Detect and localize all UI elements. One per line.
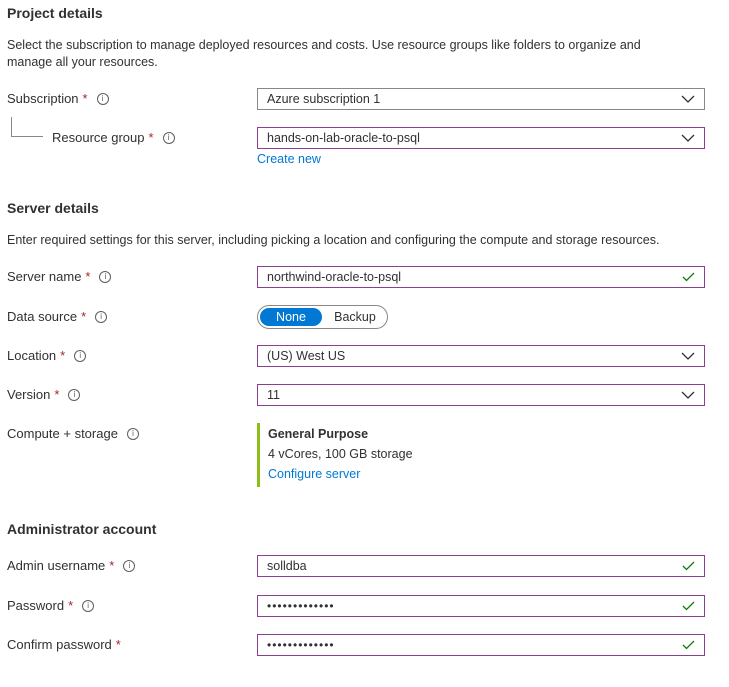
resource-group-value: hands-on-lab-oracle-to-psql	[267, 131, 420, 145]
configure-server-link[interactable]: Configure server	[268, 467, 360, 481]
info-icon[interactable]: i	[96, 92, 109, 105]
location-label-text: Location	[7, 348, 57, 363]
required-asterisk: *	[85, 269, 91, 284]
password-value: •••••••••••••	[267, 599, 335, 613]
admin-username-label-text: Admin username	[7, 558, 106, 573]
data-source-label-text: Data source	[7, 309, 78, 324]
checkmark-icon	[682, 596, 695, 616]
chevron-down-icon[interactable]	[681, 89, 695, 109]
compute-storage-label-text: Compute + storage	[7, 426, 118, 441]
data-source-option-none[interactable]: None	[260, 308, 322, 326]
password-label-text: Password	[7, 598, 65, 613]
checkmark-icon	[682, 556, 695, 576]
confirm-password-value: •••••••••••••	[267, 638, 335, 652]
chevron-down-icon[interactable]	[681, 385, 695, 405]
location-label: Location * i	[7, 348, 87, 363]
resource-group-label-text: Resource group	[52, 130, 145, 145]
info-icon[interactable]: i	[123, 559, 136, 572]
version-label-text: Version	[7, 387, 51, 402]
info-icon[interactable]: i	[68, 388, 81, 401]
subscription-dropdown[interactable]: Azure subscription 1	[257, 88, 705, 110]
project-details-heading: Project details	[7, 5, 103, 21]
subscription-value: Azure subscription 1	[267, 92, 381, 106]
admin-account-heading: Administrator account	[7, 521, 157, 537]
subscription-label: Subscription * i	[7, 91, 109, 106]
chevron-down-icon[interactable]	[681, 346, 695, 366]
server-details-description: Enter required settings for this server,…	[7, 233, 660, 247]
data-source-option-backup[interactable]: Backup	[324, 308, 386, 326]
confirm-password-input[interactable]: •••••••••••••	[257, 634, 705, 656]
version-label: Version * i	[7, 387, 81, 402]
confirm-password-label: Confirm password *	[7, 637, 121, 652]
checkmark-icon	[682, 267, 695, 287]
required-asterisk: *	[82, 91, 88, 106]
location-dropdown[interactable]: (US) West US	[257, 345, 705, 367]
required-asterisk: *	[81, 309, 87, 324]
password-label: Password * i	[7, 598, 95, 613]
info-icon[interactable]: i	[99, 270, 112, 283]
required-asterisk: *	[60, 348, 66, 363]
server-name-input[interactable]: northwind-oracle-to-psql	[257, 266, 705, 288]
compute-tier-summary: General Purpose 4 vCores, 100 GB storage…	[257, 423, 477, 487]
resource-group-dropdown[interactable]: hands-on-lab-oracle-to-psql	[257, 127, 705, 149]
version-value: 11	[267, 388, 280, 402]
required-asterisk: *	[115, 637, 121, 652]
tree-connector	[11, 117, 43, 137]
admin-username-input[interactable]: solldba	[257, 555, 705, 577]
confirm-password-label-text: Confirm password	[7, 637, 112, 652]
server-details-heading: Server details	[7, 200, 99, 216]
info-icon[interactable]: i	[126, 427, 139, 440]
location-value: (US) West US	[267, 349, 346, 363]
password-input[interactable]: •••••••••••••	[257, 595, 705, 617]
server-name-label: Server name * i	[7, 269, 112, 284]
info-icon[interactable]: i	[162, 131, 175, 144]
chevron-down-icon[interactable]	[681, 128, 695, 148]
data-source-label: Data source * i	[7, 309, 108, 324]
data-source-toggle[interactable]: None Backup	[257, 305, 388, 329]
required-asterisk: *	[54, 387, 60, 402]
server-name-value: northwind-oracle-to-psql	[267, 270, 402, 284]
compute-storage-label: Compute + storage i	[7, 426, 139, 441]
required-asterisk: *	[109, 558, 115, 573]
project-details-description: Select the subscription to manage deploy…	[7, 38, 641, 69]
server-name-label-text: Server name	[7, 269, 82, 284]
info-icon[interactable]: i	[74, 349, 87, 362]
checkmark-icon	[682, 635, 695, 655]
create-new-link[interactable]: Create new	[257, 152, 321, 166]
admin-username-label: Admin username * i	[7, 558, 136, 573]
info-icon[interactable]: i	[82, 599, 95, 612]
compute-tier-spec: 4 vCores, 100 GB storage	[268, 447, 413, 461]
resource-group-label: Resource group * i	[52, 130, 175, 145]
compute-tier-name: General Purpose	[268, 427, 369, 441]
version-dropdown[interactable]: 11	[257, 384, 705, 406]
subscription-label-text: Subscription	[7, 91, 79, 106]
required-asterisk: *	[148, 130, 154, 145]
admin-username-value: solldba	[267, 559, 307, 573]
info-icon[interactable]: i	[95, 310, 108, 323]
required-asterisk: *	[68, 598, 74, 613]
